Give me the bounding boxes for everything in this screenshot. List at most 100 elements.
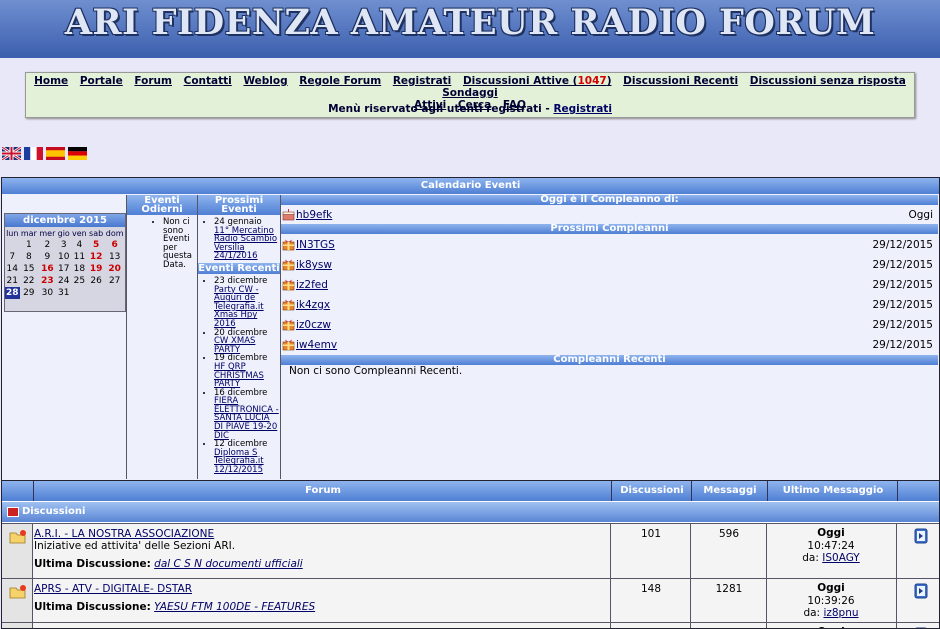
- birthday-date: 29/12/2015: [872, 339, 933, 351]
- birthday-user-link[interactable]: iz0czw: [296, 319, 331, 331]
- last-post-user[interactable]: iz8pnu: [823, 607, 858, 619]
- calendar-day[interactable]: 20: [104, 263, 125, 275]
- birthday-user-link[interactable]: IN3TGS: [296, 239, 335, 251]
- calendar-day[interactable]: 2: [38, 239, 57, 251]
- calendar-day[interactable]: 17: [57, 263, 71, 275]
- last-topic-link[interactable]: YAESU FTM 100DE - FEATURES: [154, 601, 315, 613]
- nav-senza-risposta-link[interactable]: Discussioni senza risposta: [750, 75, 906, 87]
- registered-menu-notice: Menù riservato agli utenti registrati - …: [26, 103, 914, 115]
- forum-title-link[interactable]: APRS - ATV - DIGITALE- DSTAR: [34, 583, 192, 595]
- calendar-day[interactable]: 19: [88, 263, 104, 275]
- birthday-date: 29/12/2015: [872, 239, 933, 251]
- birthday-user-link[interactable]: iw4emv: [296, 339, 337, 351]
- flag-uk-icon[interactable]: [2, 147, 21, 160]
- calendar-day[interactable]: 22: [20, 275, 39, 287]
- calendar-day[interactable]: 8: [20, 251, 39, 263]
- gift-icon: [282, 259, 295, 271]
- forum-title-link[interactable]: A.R.I. - LA NOSTRA ASSOCIAZIONE: [34, 528, 214, 540]
- today-events-empty: Non ci sono Eventi per questa Data.: [163, 218, 193, 270]
- recent-event-link[interactable]: CW XMAS PARTY: [214, 336, 255, 355]
- recent-birthdays-empty: Non ci sono Compleanni Recenti.: [289, 365, 463, 377]
- weekday-label: ven: [71, 228, 87, 238]
- calendar-day[interactable]: 9: [38, 251, 57, 263]
- calendar-day[interactable]: 25: [71, 275, 88, 287]
- folder-new-posts-icon: [9, 530, 26, 544]
- recent-event-link[interactable]: FIERA ELETTRONICA - SANTA LUCIA DI PIAVE…: [214, 396, 279, 440]
- flag-france-icon[interactable]: [24, 147, 43, 160]
- header-messaggi: Messaggi: [691, 481, 768, 501]
- nav-sondaggi-link[interactable]: Sondaggi: [442, 87, 497, 99]
- calendar-day[interactable]: 23: [38, 275, 57, 287]
- nav-weblog-link[interactable]: Weblog: [243, 75, 287, 87]
- registered-notice-link[interactable]: Registrati: [553, 103, 611, 115]
- forum-banner: ARI FIDENZA AMATEUR RADIO FORUM: [0, 0, 940, 58]
- calendar-day[interactable]: 6: [104, 239, 125, 251]
- nav-contatti-link[interactable]: Contatti: [184, 75, 232, 87]
- topics-count: 148: [640, 583, 662, 595]
- weekday-label: lun: [6, 228, 19, 238]
- nav-portale-link[interactable]: Portale: [80, 75, 123, 87]
- birthday-date: 29/12/2015: [872, 299, 933, 311]
- jump-to-post-icon[interactable]: [914, 583, 928, 599]
- empty-day: [5, 239, 20, 251]
- recent-events-title: Eventi Recenti: [198, 262, 280, 274]
- recent-event-link[interactable]: HF QRP CHRISTMAS PARTY: [214, 362, 264, 389]
- flag-spain-icon[interactable]: [46, 147, 65, 160]
- empty-day: [104, 287, 125, 299]
- calendar-day[interactable]: 26: [88, 275, 104, 287]
- collapse-icon[interactable]: [7, 507, 19, 517]
- calendar-day[interactable]: 21: [5, 275, 20, 287]
- mini-calendar-column: dicembre 2015 lun mar mer gio ven sab dom 1 2 3 4 5…: [2, 195, 127, 479]
- calendar-day[interactable]: 10: [57, 251, 71, 263]
- upcoming-event-link[interactable]: 11° Mercatino Radio Scambio Versilia 24/…: [214, 226, 277, 262]
- flag-germany-icon[interactable]: [68, 147, 87, 160]
- gift-icon: [282, 299, 295, 311]
- jump-to-post-icon[interactable]: [914, 528, 928, 544]
- mini-calendar: dicembre 2015 lun mar mer gio ven sab dom 1 2 3 4 5…: [4, 213, 126, 312]
- calendar-day[interactable]: 18: [71, 263, 88, 275]
- last-topic-link[interactable]: dal C S N documenti ufficiali: [154, 558, 303, 570]
- birthday-today-user[interactable]: hb9efk: [296, 209, 332, 221]
- calendar-day[interactable]: 12: [88, 251, 104, 263]
- calendar-day[interactable]: 4: [71, 239, 88, 251]
- recent-event-link[interactable]: Diploma S Telegrafia.it 12/12/2015: [214, 448, 264, 475]
- mini-calendar-month[interactable]: dicembre 2015: [5, 214, 125, 227]
- empty-day: [71, 287, 88, 299]
- forum-description: Iniziative ed attivita' delle Sezioni AR…: [34, 540, 236, 552]
- calendar-day[interactable]: 27: [104, 275, 125, 287]
- weekday-label: mer: [39, 228, 56, 238]
- calendar-day[interactable]: 5: [88, 239, 104, 251]
- nav-recenti-link[interactable]: Discussioni Recenti: [623, 75, 738, 87]
- calendar-day[interactable]: 7: [5, 251, 20, 263]
- nav-registrati-link[interactable]: Registrati: [393, 75, 451, 87]
- birthday-user-link[interactable]: ik4zgx: [296, 299, 330, 311]
- last-post-day: Oggi: [817, 527, 845, 539]
- calendar-day[interactable]: 3: [57, 239, 71, 251]
- category-title[interactable]: Discussioni: [22, 506, 85, 517]
- upcoming-birthday-row: IN3TGS 29/12/2015: [281, 235, 938, 255]
- birthday-user-link[interactable]: iz2fed: [296, 279, 328, 291]
- nav-regole-link[interactable]: Regole Forum: [299, 75, 381, 87]
- events-column: Prossimi Eventi 24 gennaio11° Mercatino …: [198, 195, 281, 479]
- calendar-day[interactable]: 15: [20, 263, 39, 275]
- calendar-day[interactable]: 30: [38, 287, 57, 299]
- calendar-day[interactable]: 31: [57, 287, 71, 299]
- column-divider: [690, 623, 691, 628]
- calendar-day[interactable]: 11: [71, 251, 88, 263]
- birthdays-today-title: Oggi è il Compleanno di:: [281, 195, 938, 205]
- nav-home-link[interactable]: Home: [34, 75, 68, 87]
- last-post-user[interactable]: IS0AGY: [822, 552, 859, 564]
- recent-event-link[interactable]: Party CW - Auguri de Telegrafia.it Xmas …: [214, 285, 264, 329]
- calendar-day[interactable]: 24: [57, 275, 71, 287]
- nav-forum-link[interactable]: Forum: [134, 75, 172, 87]
- nav-attive-link[interactable]: Discussioni Attive (1047): [463, 75, 612, 87]
- calendar-day[interactable]: 14: [5, 263, 20, 275]
- calendar-day[interactable]: 16: [38, 263, 57, 275]
- calendar-day[interactable]: 1: [20, 239, 39, 251]
- weekday-label: dom: [105, 228, 124, 238]
- calendar-today[interactable]: 28: [5, 287, 20, 299]
- birthday-user-link[interactable]: ik8ysw: [296, 259, 332, 271]
- calendar-day[interactable]: 13: [104, 251, 125, 263]
- calendar-day[interactable]: 29: [20, 287, 39, 299]
- last-post-day: Oggi: [817, 582, 845, 594]
